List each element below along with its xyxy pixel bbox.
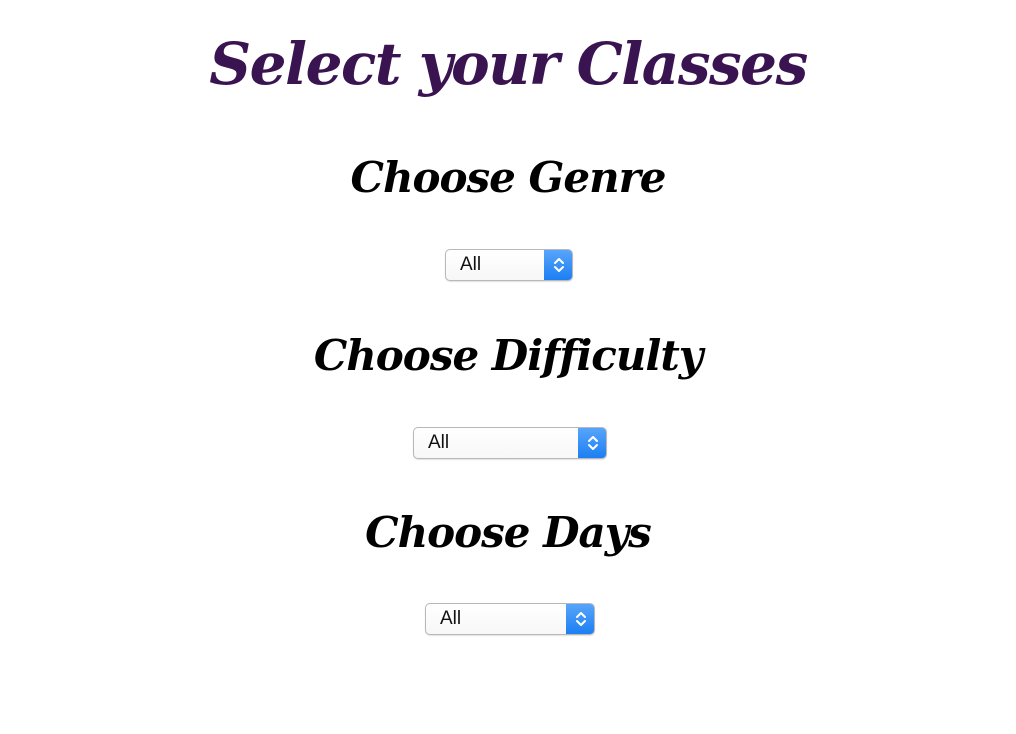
- days-heading: Choose Days: [365, 508, 652, 557]
- genre-select[interactable]: All: [445, 249, 573, 281]
- chevron-up-down-icon: [578, 428, 606, 458]
- chevron-up-down-icon: [544, 250, 572, 280]
- genre-select-value: All: [460, 254, 482, 275]
- genre-heading: Choose Genre: [350, 153, 667, 202]
- difficulty-heading: Choose Difficulty: [313, 331, 703, 380]
- difficulty-select-value: All: [428, 432, 450, 453]
- difficulty-select[interactable]: All: [413, 427, 607, 459]
- page-title: Select your Classes: [209, 30, 808, 98]
- days-select-value: All: [440, 608, 462, 629]
- chevron-up-down-icon: [566, 604, 594, 634]
- days-select[interactable]: All: [425, 603, 595, 635]
- page: Select your Classes Choose Genre All Cho…: [0, 0, 1016, 734]
